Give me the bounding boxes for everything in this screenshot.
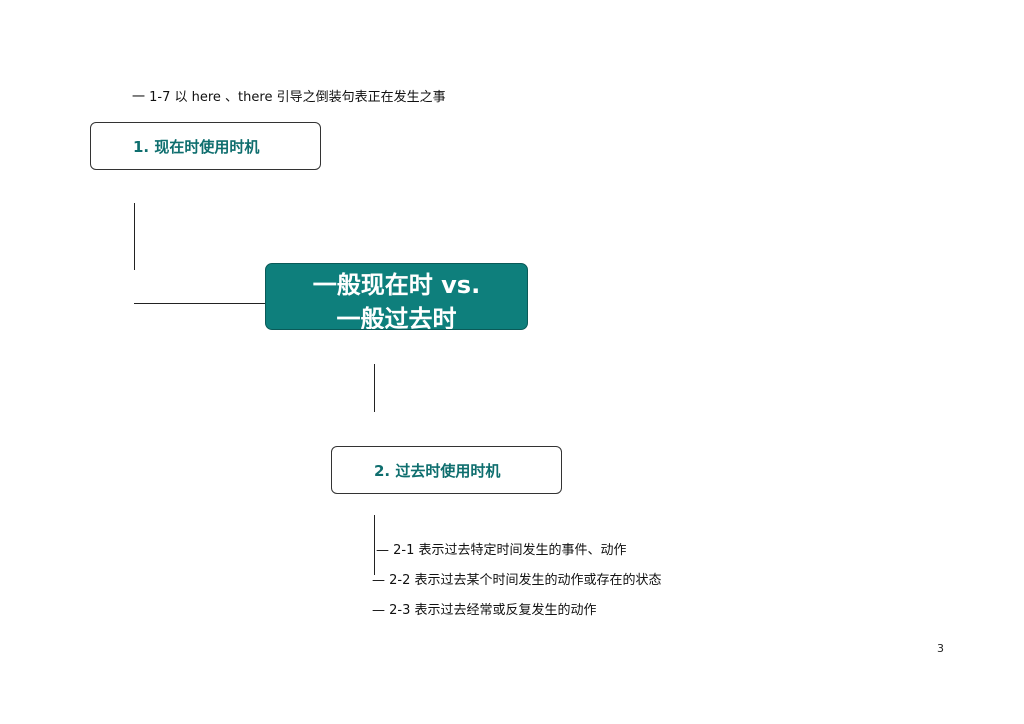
list-item: — 2-2 表示过去某个时间发生的动作或存在的状态 bbox=[372, 573, 662, 588]
central-topic-line1: 一般现在时 vs. bbox=[312, 271, 481, 299]
page-number: 3 bbox=[937, 642, 944, 655]
connector-vertical-center bbox=[374, 364, 375, 412]
central-topic-line2: 一般过去时 bbox=[336, 305, 457, 330]
header-note: 一 1-7 以 here 、there 引导之倒装句表正在发生之事 bbox=[132, 90, 446, 105]
present-tense-usage-box: 1. 现在时使用时机 bbox=[90, 122, 321, 170]
central-topic-box: 一般现在时 vs. 一般过去时 bbox=[265, 263, 528, 330]
present-tense-usage-label: 1. 现在时使用时机 bbox=[133, 137, 260, 156]
connector-horizontal-left bbox=[134, 303, 266, 304]
past-tense-usage-label: 2. 过去时使用时机 bbox=[374, 461, 501, 480]
list-item: — 2-3 表示过去经常或反复发生的动作 bbox=[372, 603, 597, 618]
list-item: — 2-1 表示过去特定时间发生的事件、动作 bbox=[376, 543, 627, 558]
sub-item-label: 2-2 表示过去某个时间发生的动作或存在的状态 bbox=[389, 573, 662, 588]
sub-item-label: 2-1 表示过去特定时间发生的事件、动作 bbox=[393, 543, 627, 558]
connector-vertical-subitems bbox=[374, 515, 375, 575]
connector-vertical-left bbox=[134, 203, 135, 270]
sub-item-label: 2-3 表示过去经常或反复发生的动作 bbox=[389, 603, 597, 618]
past-tense-usage-box: 2. 过去时使用时机 bbox=[331, 446, 562, 494]
